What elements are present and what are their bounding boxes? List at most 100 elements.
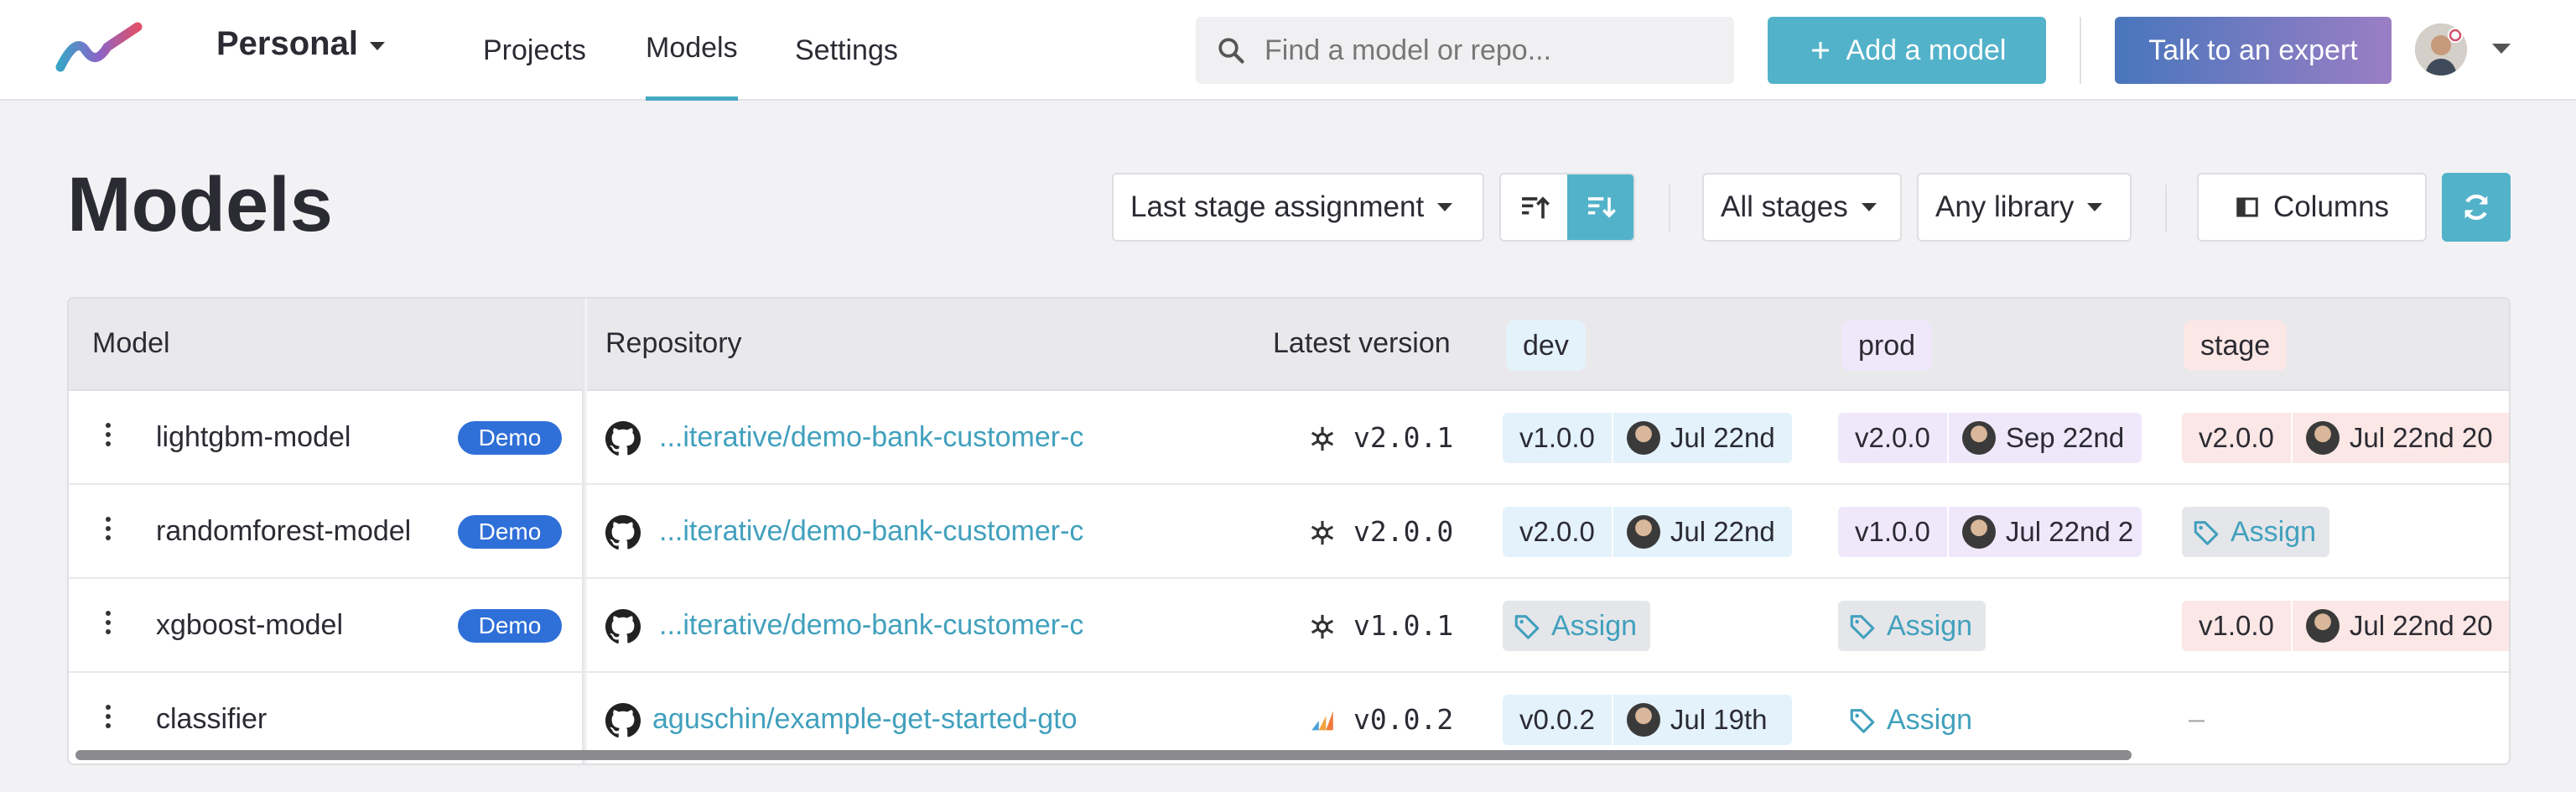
library-filter-label: Any library [1935, 190, 2075, 223]
assign-label: Assign [1887, 703, 1973, 736]
nav-settings[interactable]: Settings [795, 0, 898, 101]
stages-filter[interactable]: All stages [1702, 173, 1902, 242]
model-name[interactable]: randomforest-model [156, 515, 411, 548]
stage-date: Jul 22nd 2 [2005, 516, 2134, 547]
repository-link[interactable]: ...iterative/demo-bank-customer-c [659, 609, 1083, 642]
library-filter[interactable]: Any library [1917, 173, 2132, 242]
prod-assign-button[interactable]: Assign [1838, 601, 1987, 651]
stage-stage-chip[interactable]: v1.0.0 Jul 22nd 20 [2182, 601, 2509, 651]
sort-descending-icon[interactable] [1567, 175, 1633, 240]
model-name[interactable]: lightgbm-model [156, 421, 351, 454]
avatar [2305, 609, 2340, 643]
columns-button[interactable]: Columns [2197, 173, 2427, 242]
stage-version: v2.0.0 [2199, 422, 2274, 453]
user-avatar[interactable] [2415, 23, 2467, 76]
assign-label: Assign [1887, 609, 1973, 642]
stage-version: v1.0.0 [1855, 516, 1930, 547]
row-menu-icon[interactable] [106, 705, 112, 728]
horizontal-scrollbar[interactable] [75, 750, 2132, 760]
table-row[interactable]: lightgbm-model Demo ...iterative/demo-ba… [69, 391, 2509, 485]
divider [1669, 185, 1670, 232]
add-model-label: Add a model [1846, 34, 2007, 66]
dvc-icon [1311, 614, 1334, 639]
user-menu-chevron-icon[interactable] [2492, 44, 2511, 54]
workspace-selector[interactable]: Personal [216, 25, 385, 63]
refresh-button[interactable] [2442, 173, 2511, 242]
dev-assign-button[interactable]: Assign [1503, 601, 1651, 651]
row-menu-icon[interactable] [106, 517, 112, 540]
column-header-model[interactable]: Model [92, 327, 170, 360]
dev-stage-chip[interactable]: v0.0.2 Jul 19th [1503, 695, 1792, 745]
tag-icon [1850, 615, 1875, 639]
plus-icon [1811, 42, 1829, 59]
chevron-down-icon [1861, 203, 1877, 211]
stage-date: Jul 22nd 20 [2349, 422, 2493, 453]
latest-version: v0.0.2 [1353, 703, 1454, 736]
page-title: Models [67, 162, 333, 248]
mlem-icon [1311, 711, 1333, 731]
github-icon [605, 421, 641, 456]
stage-assign-button[interactable]: Assign [2182, 507, 2330, 557]
assign-label: Assign [1551, 609, 1638, 642]
prod-assign-button[interactable]: Assign [1838, 695, 1986, 745]
row-menu-icon[interactable] [106, 611, 112, 634]
demo-badge: Demo [458, 609, 562, 643]
avatar [1961, 421, 1996, 455]
table-header: Model Repository Latest version dev prod… [69, 299, 2509, 391]
nav-projects[interactable]: Projects [483, 0, 586, 101]
divider [2165, 185, 2167, 232]
search-input[interactable] [1265, 34, 1701, 67]
divider [2080, 17, 2081, 84]
tag-icon [2194, 521, 2219, 545]
stage-date: Jul 22nd 20 [2349, 610, 2493, 641]
row-menu-icon[interactable] [106, 423, 112, 446]
demo-badge: Demo [458, 421, 562, 455]
talk-to-expert-button[interactable]: Talk to an expert [2115, 17, 2392, 84]
github-icon [605, 609, 641, 644]
stage-stage-chip[interactable]: v2.0.0 Jul 22nd 20 [2182, 413, 2509, 463]
top-bar: Personal Projects Models Settings Add a … [0, 0, 2576, 101]
repository-link[interactable]: ...iterative/demo-bank-customer-c [659, 515, 1083, 548]
columns-label: Columns [2272, 190, 2390, 223]
workspace-name: Personal [216, 25, 358, 62]
stage-date: Sep 22nd [2005, 422, 2125, 453]
column-header-repository[interactable]: Repository [605, 327, 742, 360]
tag-icon [1514, 615, 1540, 639]
sort-by-select[interactable]: Last stage assignment [1112, 173, 1484, 242]
latest-version: v2.0.1 [1353, 421, 1454, 454]
column-header-dev[interactable]: dev [1506, 320, 1586, 371]
models-table: Model Repository Latest version dev prod… [67, 297, 2511, 765]
model-name[interactable]: classifier [156, 703, 267, 736]
sort-by-label: Last stage assignment [1130, 190, 1425, 223]
sort-ascending-icon[interactable] [1501, 175, 1567, 240]
github-icon [605, 515, 641, 550]
stage-version: v1.0.0 [2199, 610, 2274, 641]
table-row[interactable]: xgboost-model Demo ...iterative/demo-ban… [69, 579, 2509, 673]
stage-version: v0.0.2 [1519, 704, 1595, 735]
empty-stage: – [2189, 703, 2205, 735]
dev-stage-chip[interactable]: v2.0.0 Jul 22nd [1503, 507, 1792, 557]
prod-stage-chip[interactable]: v2.0.0 Sep 22nd [1838, 413, 2142, 463]
dev-stage-chip[interactable]: v1.0.0 Jul 22nd [1503, 413, 1792, 463]
tag-icon [1850, 709, 1875, 733]
repository-link[interactable]: aguschin/example-get-started-gto [652, 703, 1078, 736]
table-row[interactable]: randomforest-model Demo ...iterative/dem… [69, 485, 2509, 579]
stage-date: Jul 19th [1670, 704, 1768, 735]
column-header-latest-version[interactable]: Latest version [1273, 327, 1451, 360]
prod-stage-chip[interactable]: v1.0.0 Jul 22nd 2 [1838, 507, 2142, 557]
app-logo-icon[interactable] [55, 22, 143, 80]
dvc-icon [1311, 426, 1334, 451]
search-icon [1218, 38, 1244, 64]
avatar [1961, 515, 1996, 549]
column-header-prod[interactable]: prod [1841, 320, 1933, 371]
latest-version: v2.0.0 [1353, 515, 1454, 548]
chevron-down-icon [2087, 203, 2103, 211]
column-header-stage[interactable]: stage [2184, 320, 2288, 371]
model-name[interactable]: xgboost-model [156, 609, 343, 642]
dvc-icon [1311, 520, 1334, 545]
repository-link[interactable]: ...iterative/demo-bank-customer-c [659, 421, 1083, 454]
nav-models[interactable]: Models [646, 0, 738, 101]
add-model-button[interactable]: Add a model [1768, 17, 2046, 84]
latest-version: v1.0.1 [1353, 609, 1454, 642]
columns-icon [2236, 197, 2258, 217]
